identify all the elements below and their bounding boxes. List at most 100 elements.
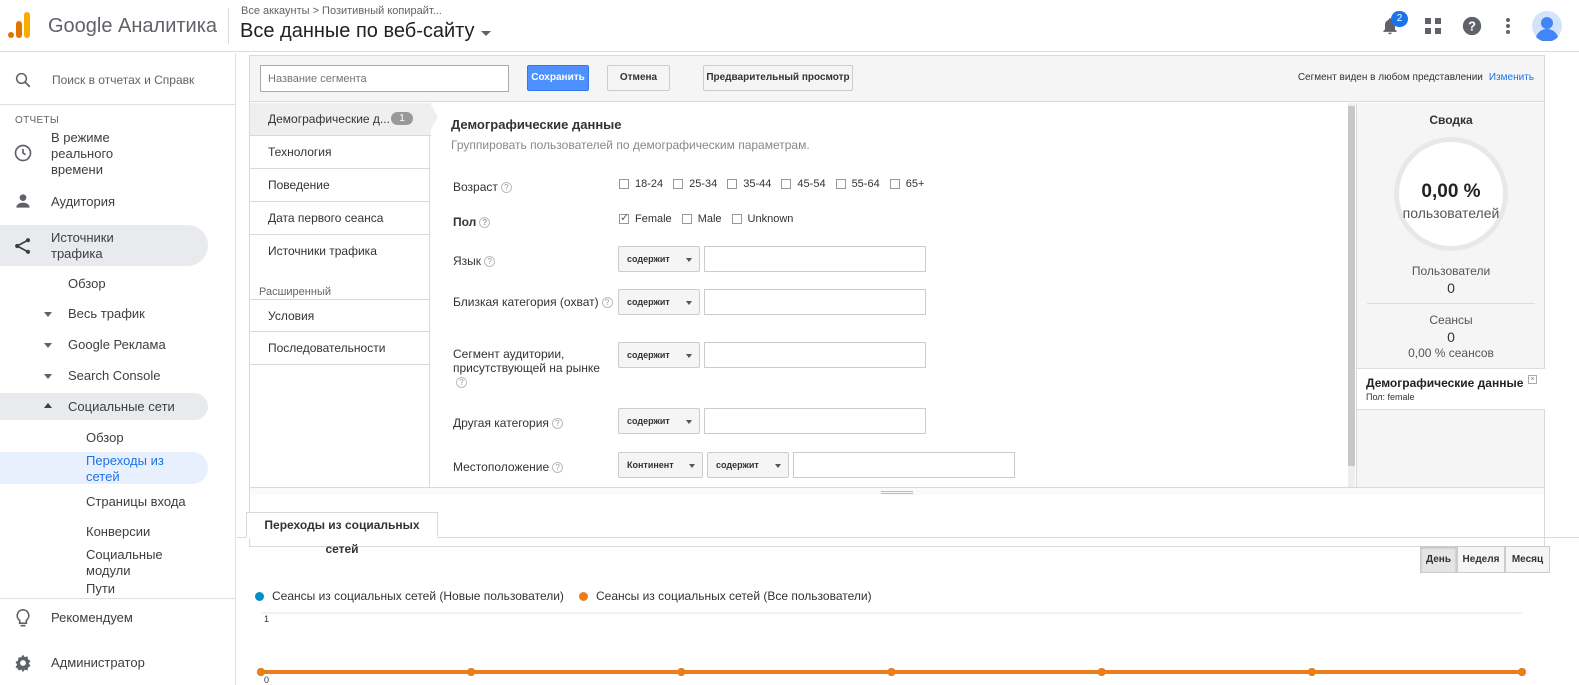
preview-button[interactable]: Предварительный просмотр: [703, 65, 853, 91]
location-value-input[interactable]: [793, 452, 1015, 478]
analytics-logo-icon[interactable]: [8, 12, 32, 38]
data-point-1-1[interactable]: [467, 668, 476, 676]
tab-first-session-date[interactable]: Дата первого сеанса: [250, 202, 430, 235]
checkbox[interactable]: [889, 179, 900, 189]
data-point-1-4[interactable]: [1097, 668, 1106, 676]
tab-conditions[interactable]: Условия: [250, 299, 430, 332]
remove-condition-icon[interactable]: ×: [1528, 375, 1537, 384]
tab-social-referrals[interactable]: Переходы из социальных сетей: [246, 512, 438, 556]
help-icon[interactable]: ?: [551, 418, 563, 430]
nav-realtime[interactable]: В режиме реального времени: [51, 130, 161, 178]
location-operator-dropdown[interactable]: содержит: [707, 452, 789, 478]
language-value-input[interactable]: [704, 246, 926, 272]
account-breadcrumb[interactable]: Все аккаунты > Позитивный копирайт...: [241, 5, 442, 17]
save-button[interactable]: Сохранить: [527, 65, 589, 91]
nav-admin[interactable]: Администратор: [51, 655, 145, 670]
gender-option-male[interactable]: Male: [681, 213, 722, 225]
segment-name-input[interactable]: [260, 65, 509, 92]
data-point-1-3[interactable]: [887, 668, 896, 676]
tab-label: Демографические д...: [268, 112, 390, 126]
nav-all-traffic[interactable]: Весь трафик: [68, 306, 145, 321]
period-month-button[interactable]: Месяц: [1505, 546, 1550, 573]
nav-search-console[interactable]: Search Console: [68, 368, 161, 383]
line-chart[interactable]: [237, 603, 1579, 685]
checkbox[interactable]: [781, 179, 792, 189]
legend-series-all-users[interactable]: Сеансы из социальных сетей (Все пользова…: [579, 589, 872, 603]
location-type-dropdown[interactable]: Континент: [618, 452, 703, 478]
inmarket-value-input[interactable]: [704, 342, 926, 368]
nav-acquisition[interactable]: Источники трафика: [51, 230, 161, 262]
data-point-1-5[interactable]: [1307, 668, 1316, 676]
person-icon: [16, 194, 30, 208]
gender-options: Female Male Unknown: [619, 211, 803, 225]
age-option[interactable]: 25-34: [673, 178, 717, 190]
summary-condition-detail: Пол: female: [1366, 392, 1415, 402]
gender-option-female[interactable]: Female: [619, 211, 672, 225]
nav-acq-overview[interactable]: Обзор: [68, 276, 106, 291]
checkbox[interactable]: [835, 179, 846, 189]
nav-social[interactable]: Социальные сети: [68, 399, 175, 414]
tab-sequences[interactable]: Последовательности: [250, 332, 430, 365]
checkbox[interactable]: [727, 179, 738, 189]
checkbox[interactable]: [673, 179, 684, 189]
nav-audience[interactable]: Аудитория: [51, 194, 115, 209]
age-option[interactable]: 18-24: [619, 178, 663, 190]
change-visibility-link[interactable]: Изменить: [1489, 72, 1534, 83]
tab-behavior[interactable]: Поведение: [250, 169, 430, 202]
header-divider: [228, 8, 229, 44]
help-icon[interactable]: ?: [1459, 13, 1485, 39]
checkbox[interactable]: [681, 214, 692, 224]
sessions-label: Сеансы: [1429, 313, 1473, 327]
data-point-1-2[interactable]: [677, 668, 686, 676]
help-icon[interactable]: ?: [601, 297, 613, 309]
checkbox[interactable]: [619, 179, 629, 189]
age-option[interactable]: 65+: [889, 178, 924, 190]
search-input[interactable]: Поиск в отчетах и Справк: [52, 73, 194, 87]
inmarket-operator-dropdown[interactable]: содержит: [618, 342, 700, 368]
nav-plugins[interactable]: Социальные модули: [86, 547, 186, 579]
tab-traffic-sources[interactable]: Источники трафика: [250, 235, 430, 268]
nav-landing-pages[interactable]: Страницы входа: [86, 494, 186, 509]
more-vert-icon[interactable]: [1495, 13, 1521, 39]
gender-option-unknown[interactable]: Unknown: [731, 213, 793, 225]
report-search[interactable]: Поиск в отчетах и Справк: [0, 53, 236, 105]
age-option[interactable]: 35-44: [727, 178, 771, 190]
period-day-button[interactable]: День: [1420, 546, 1457, 573]
segment-summary: Сводка 0,00 % пользователей Пользователи…: [1356, 103, 1545, 487]
nav-discover[interactable]: Рекомендуем: [51, 610, 133, 625]
brand-name[interactable]: Google Аналитика: [48, 15, 217, 38]
help-icon[interactable]: ?: [552, 462, 564, 474]
resize-handle[interactable]: [250, 487, 1544, 495]
tab-technology[interactable]: Технология: [250, 136, 430, 169]
age-option[interactable]: 55-64: [835, 178, 880, 190]
other-value-input[interactable]: [704, 408, 926, 434]
form-scrollbar-thumb[interactable]: [1348, 106, 1355, 466]
nav-google-ads[interactable]: Google Реклама: [68, 337, 166, 352]
other-operator-dropdown[interactable]: содержит: [618, 408, 700, 434]
checkbox-checked[interactable]: [619, 211, 629, 224]
language-operator-dropdown[interactable]: содержит: [618, 246, 700, 272]
help-icon[interactable]: ?: [484, 256, 496, 268]
help-icon[interactable]: ?: [500, 182, 512, 194]
user-avatar-icon[interactable]: [1532, 11, 1562, 41]
nav-social-overview[interactable]: Обзор: [86, 430, 124, 445]
nav-flow[interactable]: Пути: [86, 581, 115, 596]
tab-demographics[interactable]: Демографические д... 1: [250, 103, 431, 136]
affinity-value-input[interactable]: [704, 289, 926, 315]
help-icon[interactable]: ?: [479, 217, 491, 229]
summary-percent-label: пользователей: [1402, 205, 1500, 221]
period-week-button[interactable]: Неделя: [1457, 546, 1505, 573]
help-icon[interactable]: ?: [456, 377, 467, 389]
apps-grid-icon[interactable]: [1420, 13, 1446, 39]
nav-network-referrals[interactable]: Переходы из сетей: [86, 453, 186, 485]
data-point-1-0[interactable]: [257, 668, 265, 676]
data-point-1-6[interactable]: [1518, 668, 1526, 676]
affinity-operator-dropdown[interactable]: содержит: [618, 289, 700, 315]
legend-series-new-users[interactable]: Сеансы из социальных сетей (Новые пользо…: [255, 589, 564, 603]
nav-conversions[interactable]: Конверсии: [86, 524, 150, 539]
cancel-button[interactable]: Отмена: [607, 65, 670, 91]
checkbox[interactable]: [731, 214, 742, 224]
form-subtitle: Группировать пользователей по демографич…: [451, 138, 810, 152]
age-option[interactable]: 45-54: [781, 178, 826, 190]
view-selector[interactable]: Все данные по веб-сайту: [240, 20, 491, 43]
